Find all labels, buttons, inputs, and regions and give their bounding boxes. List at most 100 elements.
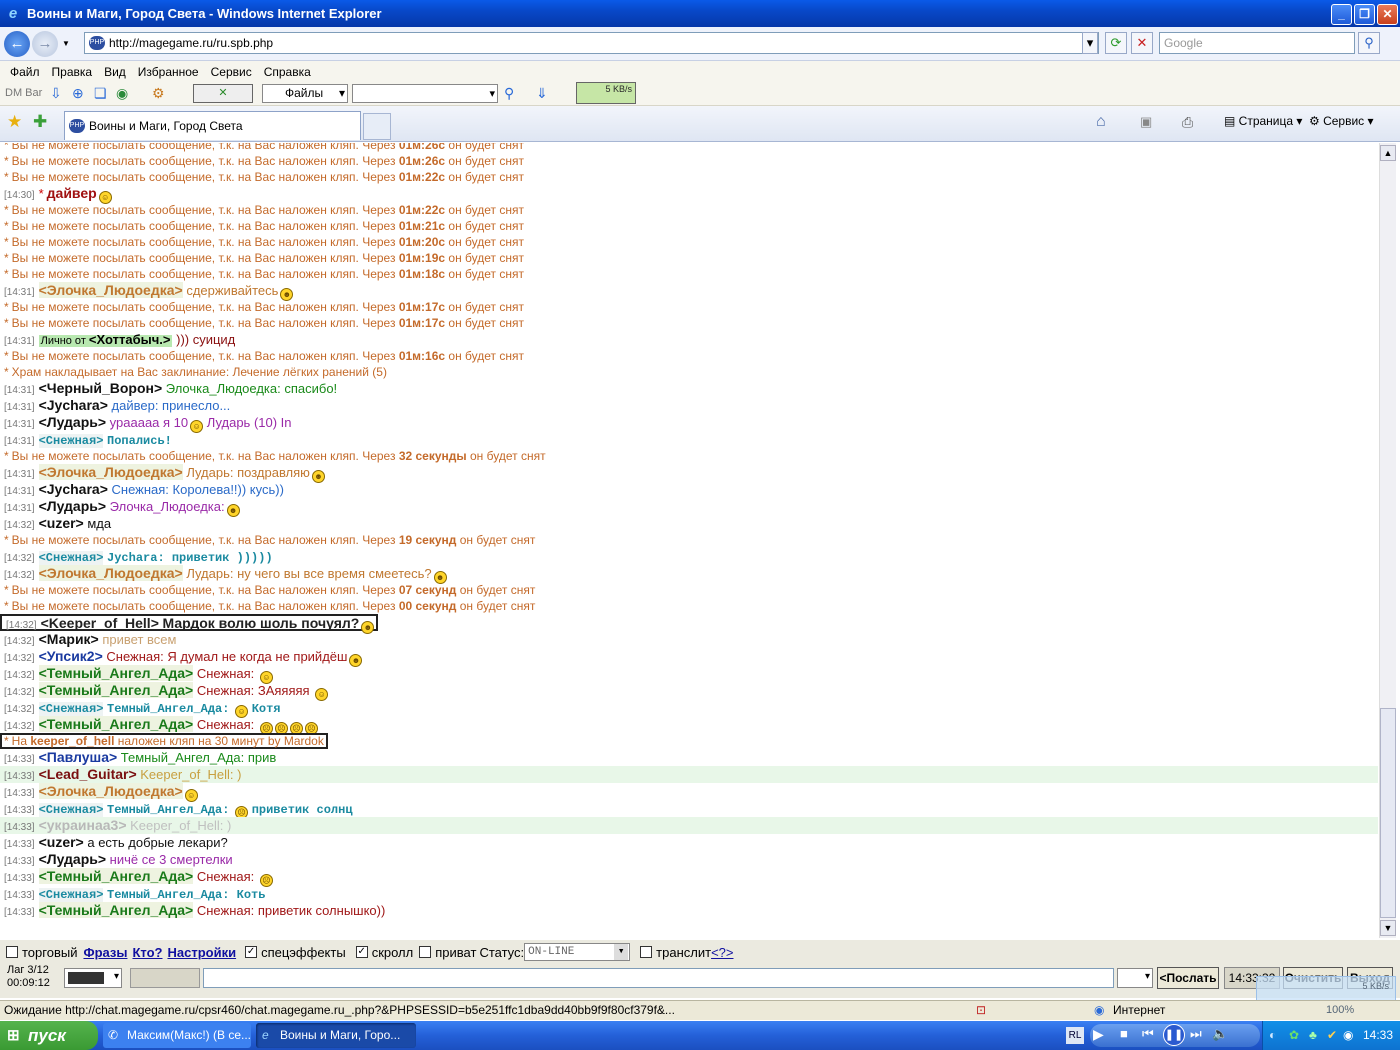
- tray-icon-1[interactable]: ◐: [1269, 1021, 1276, 1050]
- nick-link[interactable]: <Упсик2>: [39, 648, 103, 664]
- nick-link[interactable]: <uzer>: [39, 515, 84, 531]
- history-dropdown-icon[interactable]: ▼: [62, 39, 70, 48]
- color-select[interactable]: ▾: [64, 968, 122, 988]
- nick-link[interactable]: <Павлуша>: [39, 749, 118, 765]
- favorites-star-icon[interactable]: ★: [7, 112, 22, 132]
- nick-link[interactable]: <Элочка_Людоедка>: [38, 783, 183, 799]
- nick-link[interactable]: <Снежная>: [38, 551, 104, 565]
- menu-edit[interactable]: Правка: [46, 65, 99, 79]
- nick-link[interactable]: <Темный_Ангел_Ада>: [38, 902, 194, 918]
- files-select[interactable]: Файлы ▾: [262, 84, 348, 103]
- nick-link[interactable]: <Темный_Ангел_Ада>: [38, 665, 194, 681]
- scroll-thumb[interactable]: [1380, 708, 1396, 918]
- taskbar-item-qip[interactable]: ✆ Максим(Макс!) (В се...: [103, 1023, 251, 1048]
- dm-down-icon[interactable]: ⇓: [536, 85, 548, 102]
- back-button[interactable]: ←: [4, 31, 30, 57]
- smiles-select[interactable]: ▾: [1117, 968, 1153, 988]
- stop-icon[interactable]: ✕: [1131, 32, 1153, 54]
- page-menu[interactable]: ▤ Страница ▾: [1224, 114, 1302, 128]
- menu-favorites[interactable]: Избранное: [132, 65, 205, 79]
- zoom-level[interactable]: 100%: [1326, 1001, 1354, 1020]
- nick-link[interactable]: <Lead_Guitar>: [39, 766, 137, 782]
- phrases-link[interactable]: Фразы: [83, 945, 127, 960]
- add-icon[interactable]: ⊕: [72, 85, 84, 102]
- maximize-button[interactable]: ❐: [1354, 4, 1375, 25]
- refresh-icon[interactable]: ⟳: [1105, 32, 1127, 54]
- media-stop-icon[interactable]: ■: [1120, 1026, 1128, 1041]
- tab-active[interactable]: PHP Воины и Маги, Город Света: [64, 111, 361, 140]
- url-dropdown-icon[interactable]: ▾: [1082, 32, 1098, 54]
- home-icon[interactable]: ⌂: [1096, 113, 1106, 131]
- who-link[interactable]: Кто?: [132, 945, 162, 960]
- chat-scrollbar[interactable]: ▲ ▼: [1379, 143, 1396, 938]
- dm-search-icon[interactable]: ⚲: [504, 85, 514, 102]
- nick-link[interactable]: <Элочка_Людоедка>: [38, 464, 183, 480]
- nick-link[interactable]: <Элочка_Людоедка>: [38, 565, 183, 581]
- address-field[interactable]: PHP http://magegame.ru/ru.spb.php: [84, 32, 1099, 54]
- nick-link[interactable]: <Лударь>: [39, 498, 106, 514]
- menu-help[interactable]: Справка: [258, 65, 317, 79]
- translit-checkbox[interactable]: [640, 946, 653, 958]
- language-indicator[interactable]: RL: [1066, 1027, 1084, 1044]
- new-tab-button[interactable]: [363, 113, 391, 140]
- nick-link[interactable]: <Лударь>: [39, 414, 106, 430]
- scroll-down-icon[interactable]: ▼: [1380, 920, 1396, 936]
- menu-file[interactable]: Файл: [4, 65, 46, 79]
- message-input[interactable]: [203, 968, 1114, 988]
- dm-search-field[interactable]: ▾: [352, 84, 498, 103]
- nick-link[interactable]: <Лударь>: [39, 851, 106, 867]
- scroll-checkbox[interactable]: ✓: [355, 946, 368, 958]
- nick-link[interactable]: <Jychara>: [39, 481, 108, 497]
- taskbar-item-ie[interactable]: e Воины и Маги, Горо...: [256, 1023, 416, 1048]
- media-next-icon[interactable]: ⏭: [1190, 1026, 1202, 1042]
- scroll-up-icon[interactable]: ▲: [1380, 145, 1396, 161]
- trade-checkbox[interactable]: [6, 946, 18, 958]
- tray-icon-4[interactable]: ✔: [1327, 1021, 1337, 1050]
- forward-button[interactable]: →: [32, 31, 58, 57]
- settings-link[interactable]: Настройки: [167, 945, 236, 960]
- tools-menu[interactable]: ⚙ Сервис ▾: [1309, 114, 1374, 128]
- tray-icon-5[interactable]: ◉: [1343, 1021, 1353, 1050]
- start-button[interactable]: ⊞ пуск: [0, 1021, 98, 1050]
- nick-link[interactable]: <Элочка_Людоедка>: [38, 282, 183, 298]
- menu-view[interactable]: Вид: [98, 65, 132, 79]
- nick-link[interactable]: <Черный_Ворон>: [39, 380, 163, 396]
- media-prev-icon[interactable]: ⏮: [1142, 1026, 1154, 1042]
- search-icon[interactable]: ⚲: [1358, 32, 1380, 54]
- nick-link[interactable]: <uzer>: [39, 834, 84, 850]
- close-button[interactable]: ✕: [1377, 4, 1398, 25]
- private-checkbox[interactable]: [419, 946, 432, 958]
- download-icon[interactable]: ⇩: [50, 85, 62, 102]
- nick-link[interactable]: <Jychara>: [39, 397, 108, 413]
- nick-link[interactable]: <Снежная>: [38, 702, 104, 716]
- menu-tools[interactable]: Сервис: [205, 65, 258, 79]
- popup-blocked-icon[interactable]: ⊡: [976, 1001, 986, 1020]
- nick-link[interactable]: <Темный_Ангел_Ада>: [38, 682, 194, 698]
- dm-status-button[interactable]: ✕: [193, 84, 253, 103]
- send-button[interactable]: <Послать: [1157, 967, 1219, 989]
- tools-icon[interactable]: ⚙: [152, 85, 165, 102]
- globe-icon[interactable]: ◉: [116, 85, 128, 102]
- tray-icon-3[interactable]: ♣: [1309, 1021, 1317, 1050]
- nick-link[interactable]: <Темный_Ангел_Ада>: [38, 868, 194, 884]
- nick-link[interactable]: <Темный_Ангел_Ада>: [38, 716, 194, 732]
- media-volume-icon[interactable]: 🔈: [1212, 1026, 1228, 1042]
- nick-link[interactable]: <Снежная>: [38, 803, 104, 817]
- nick-link[interactable]: <Хоттабыч.>: [89, 332, 171, 347]
- private-target-field[interactable]: [130, 968, 200, 988]
- nick-link[interactable]: <Снежная>: [38, 888, 104, 902]
- tray-icon-2[interactable]: ✿: [1289, 1021, 1299, 1050]
- media-pause-icon[interactable]: ❚❚: [1163, 1024, 1185, 1046]
- print-icon[interactable]: ⎙: [1182, 114, 1193, 131]
- add-favorites-icon[interactable]: ✚: [33, 112, 47, 132]
- nick-link[interactable]: <Снежная>: [38, 434, 104, 448]
- nick-link[interactable]: <украинаа3>: [39, 817, 127, 833]
- effects-checkbox[interactable]: ✓: [245, 946, 258, 958]
- translit-help-link[interactable]: <?>: [711, 945, 733, 960]
- status-select[interactable]: ON-LINE ▾: [524, 943, 631, 961]
- nick-link[interactable]: <Keeper_of_Hell>: [41, 615, 159, 631]
- feeds-icon[interactable]: ▣: [1140, 114, 1152, 130]
- nick-link[interactable]: <Марик>: [39, 631, 99, 647]
- minimize-button[interactable]: _: [1331, 4, 1352, 25]
- copy-icon[interactable]: ❏: [94, 85, 107, 102]
